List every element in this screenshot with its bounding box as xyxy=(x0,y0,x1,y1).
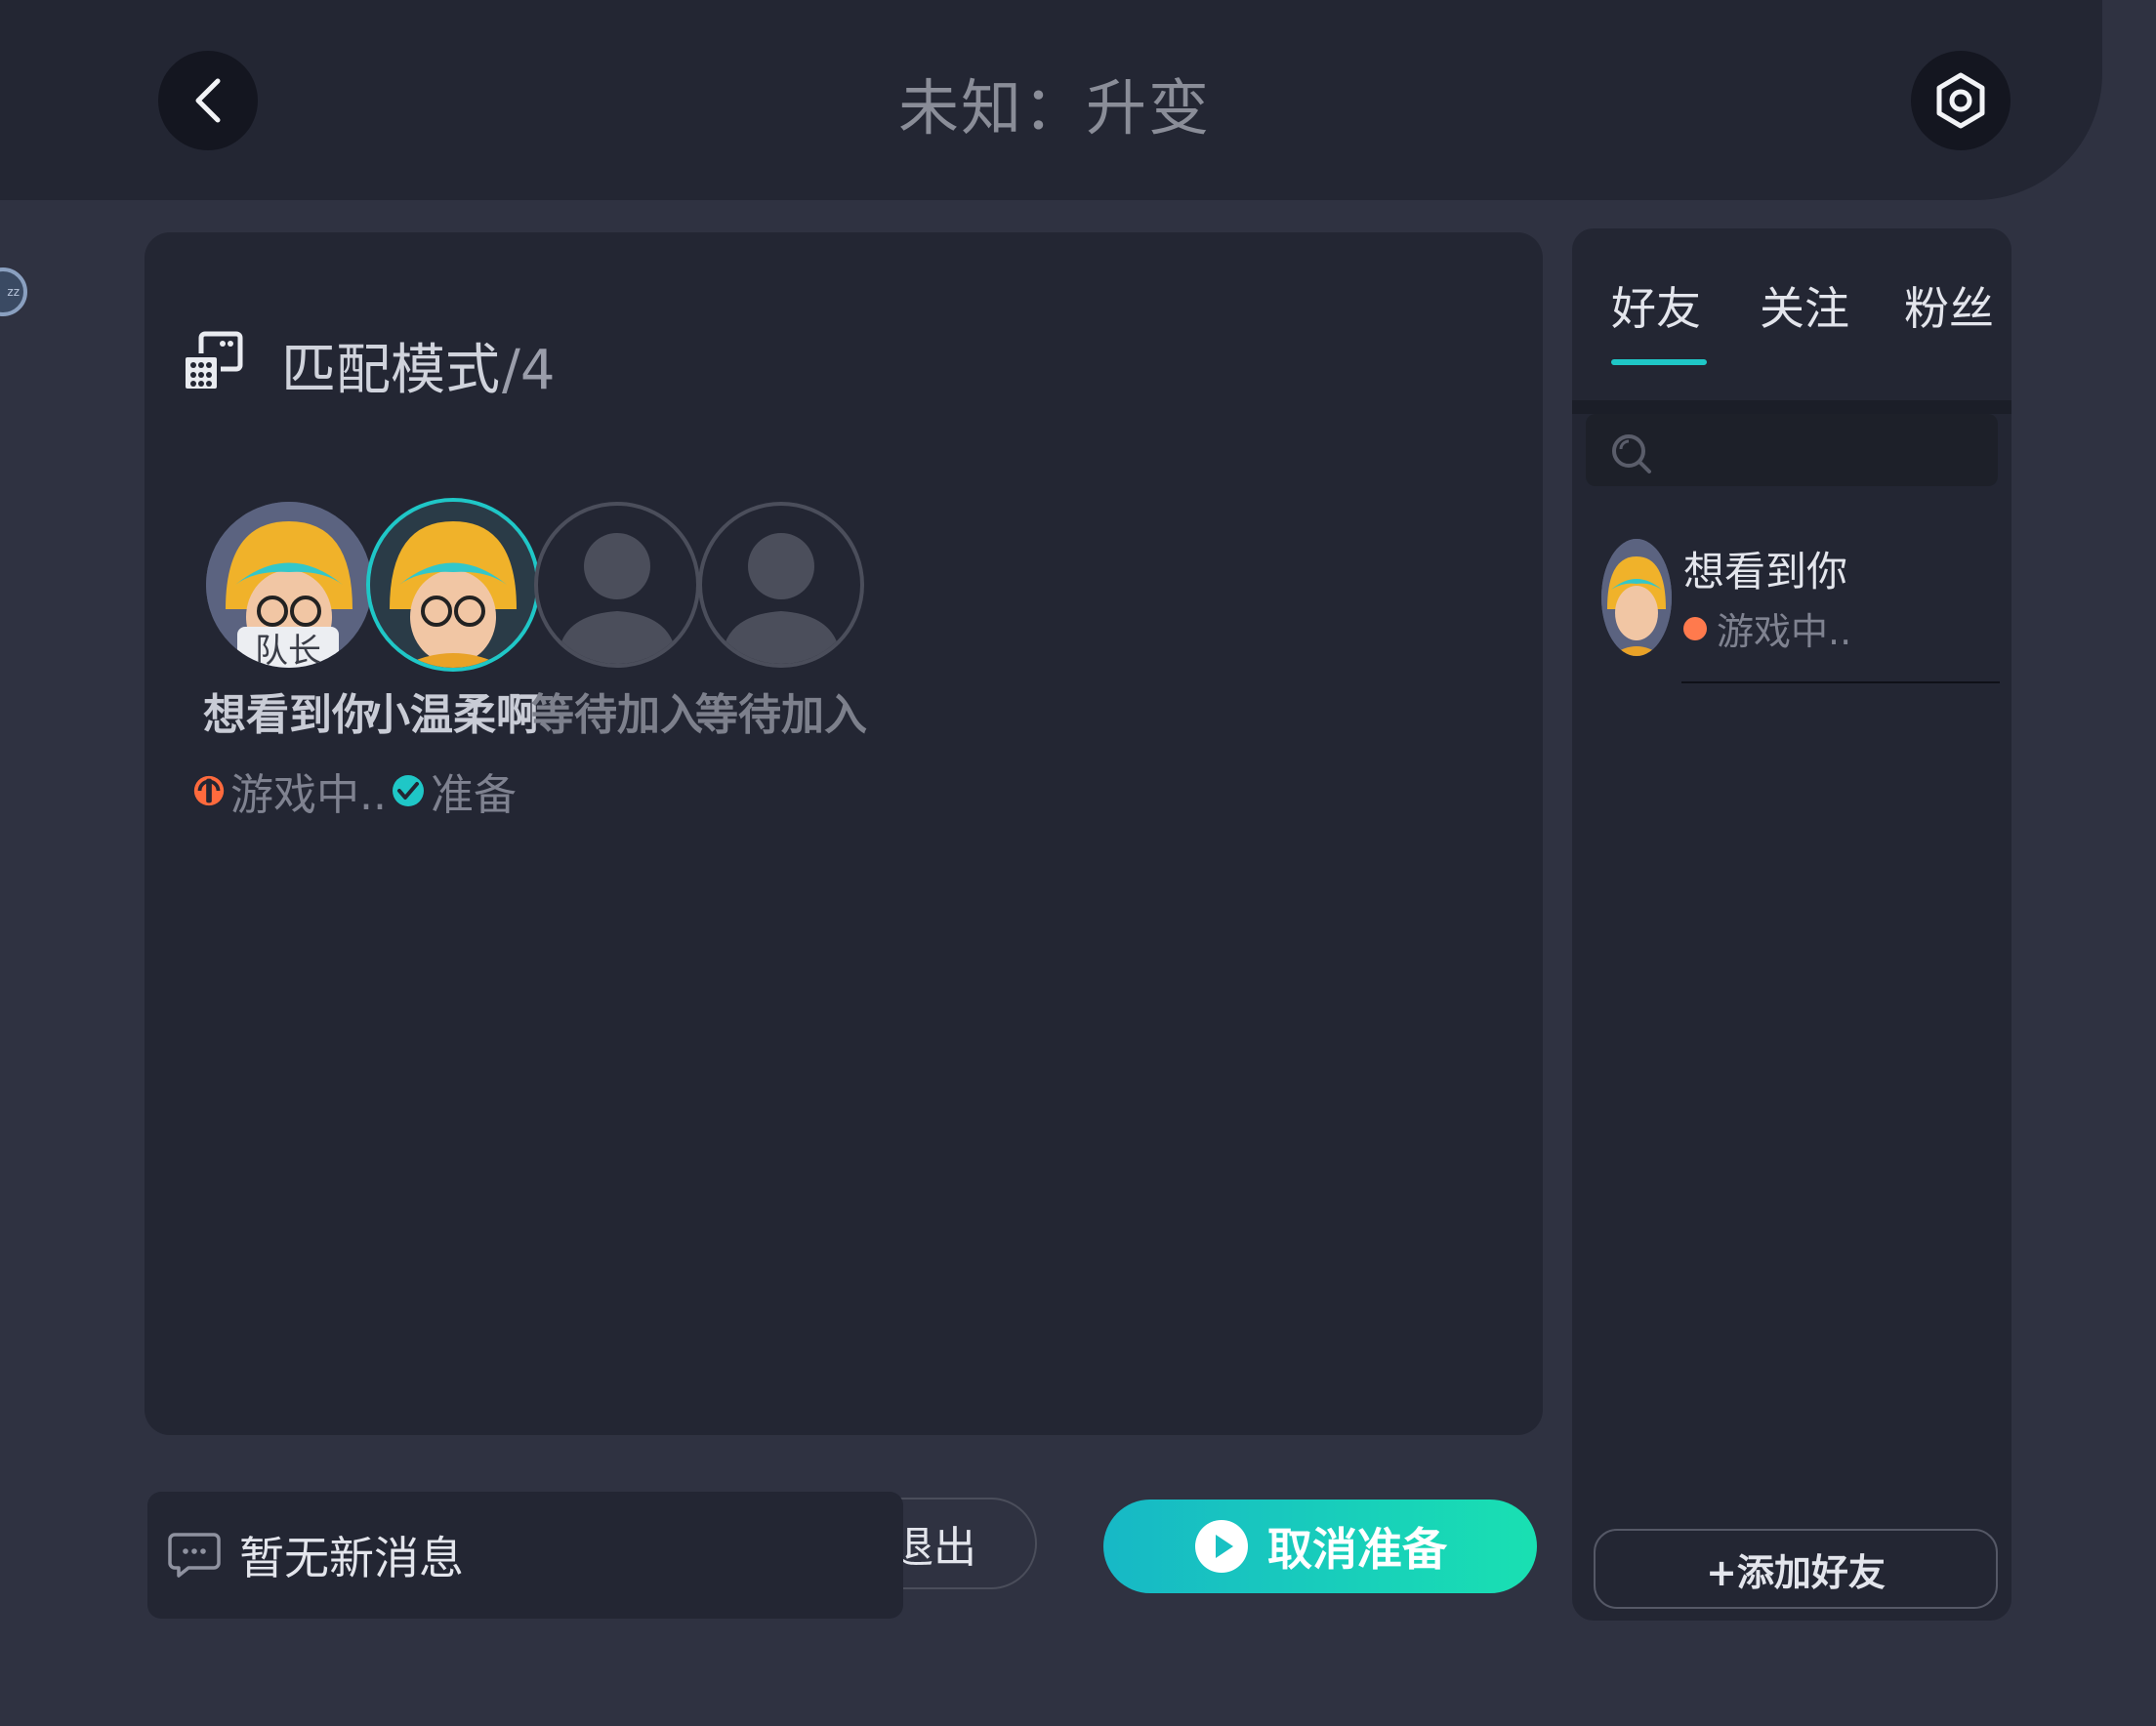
match-mode-icon xyxy=(182,331,243,392)
team-room-panel: 匹配模式/4 队长 想看到你 游戏中.. 小温柔啊 准备 等待加入 等待加入 xyxy=(145,232,1543,1435)
search-icon xyxy=(1612,434,1651,473)
back-button[interactable] xyxy=(158,51,258,150)
button-label: 取消准备 xyxy=(1267,1523,1447,1576)
person-placeholder-icon xyxy=(722,533,841,664)
in-game-dot-icon xyxy=(1683,616,1707,640)
avatar: 队长 xyxy=(206,502,372,668)
chevron-left-icon xyxy=(195,78,221,123)
status-text: 准备 xyxy=(431,770,517,820)
cancel-ready-button[interactable]: 取消准备 xyxy=(1103,1500,1537,1593)
friend-search-input[interactable] xyxy=(1586,414,1998,486)
page-title: 未知：升变 xyxy=(897,72,1211,144)
empty-avatar xyxy=(534,502,700,668)
captain-badge: 队长 xyxy=(237,627,339,668)
active-tab-indicator xyxy=(1611,359,1707,365)
chat-bubble-icon xyxy=(168,1533,221,1578)
person-placeholder-icon xyxy=(558,533,677,664)
tab-following[interactable]: 关注 xyxy=(1760,273,1849,338)
add-friend-button[interactable]: +添加好友 xyxy=(1594,1529,1998,1609)
message-text: 暂无新消息 xyxy=(239,1532,464,1584)
settings-button[interactable] xyxy=(1911,51,2011,150)
match-mode-label: 匹配模式/4 xyxy=(281,326,556,405)
divider xyxy=(1681,681,2000,683)
divider xyxy=(1572,400,2011,414)
mode-name: 匹配模式 xyxy=(281,339,500,402)
friends-tabs: 好友 关注 粉丝 xyxy=(1572,228,2011,400)
character-avatar-icon xyxy=(370,502,536,668)
mode-count: /4 xyxy=(502,339,556,402)
top-header: 未知：升变 xyxy=(0,0,2102,200)
waiting-label: 等待加入 xyxy=(695,690,867,740)
avatar xyxy=(1601,539,1672,656)
tab-fans[interactable]: 粉丝 xyxy=(1904,273,1994,338)
team-slot-empty[interactable]: 等待加入 xyxy=(684,502,879,742)
friends-panel: 好友 关注 粉丝 想看到你 游戏中.. +添加好友 xyxy=(1572,228,2011,1621)
check-circle-icon xyxy=(393,775,424,806)
character-avatar-icon xyxy=(1601,539,1672,656)
empty-avatar xyxy=(698,502,864,668)
floating-bubble[interactable]: zz xyxy=(0,267,27,316)
friend-list-item[interactable]: 想看到你 游戏中.. xyxy=(1601,539,2011,685)
avatar xyxy=(370,502,536,668)
play-circle-icon xyxy=(1195,1520,1248,1573)
hexagon-settings-icon xyxy=(1936,72,1985,129)
friend-status: 游戏中.. xyxy=(1683,601,1851,655)
player-status: 准备 xyxy=(355,760,551,822)
in-game-icon xyxy=(193,775,225,806)
status-text: 游戏中.. xyxy=(1717,610,1852,653)
friend-name: 想看到你 xyxy=(1683,548,1848,596)
tab-friends[interactable]: 好友 xyxy=(1611,273,1701,338)
chat-message-bar[interactable]: 暂无新消息 xyxy=(147,1492,903,1619)
